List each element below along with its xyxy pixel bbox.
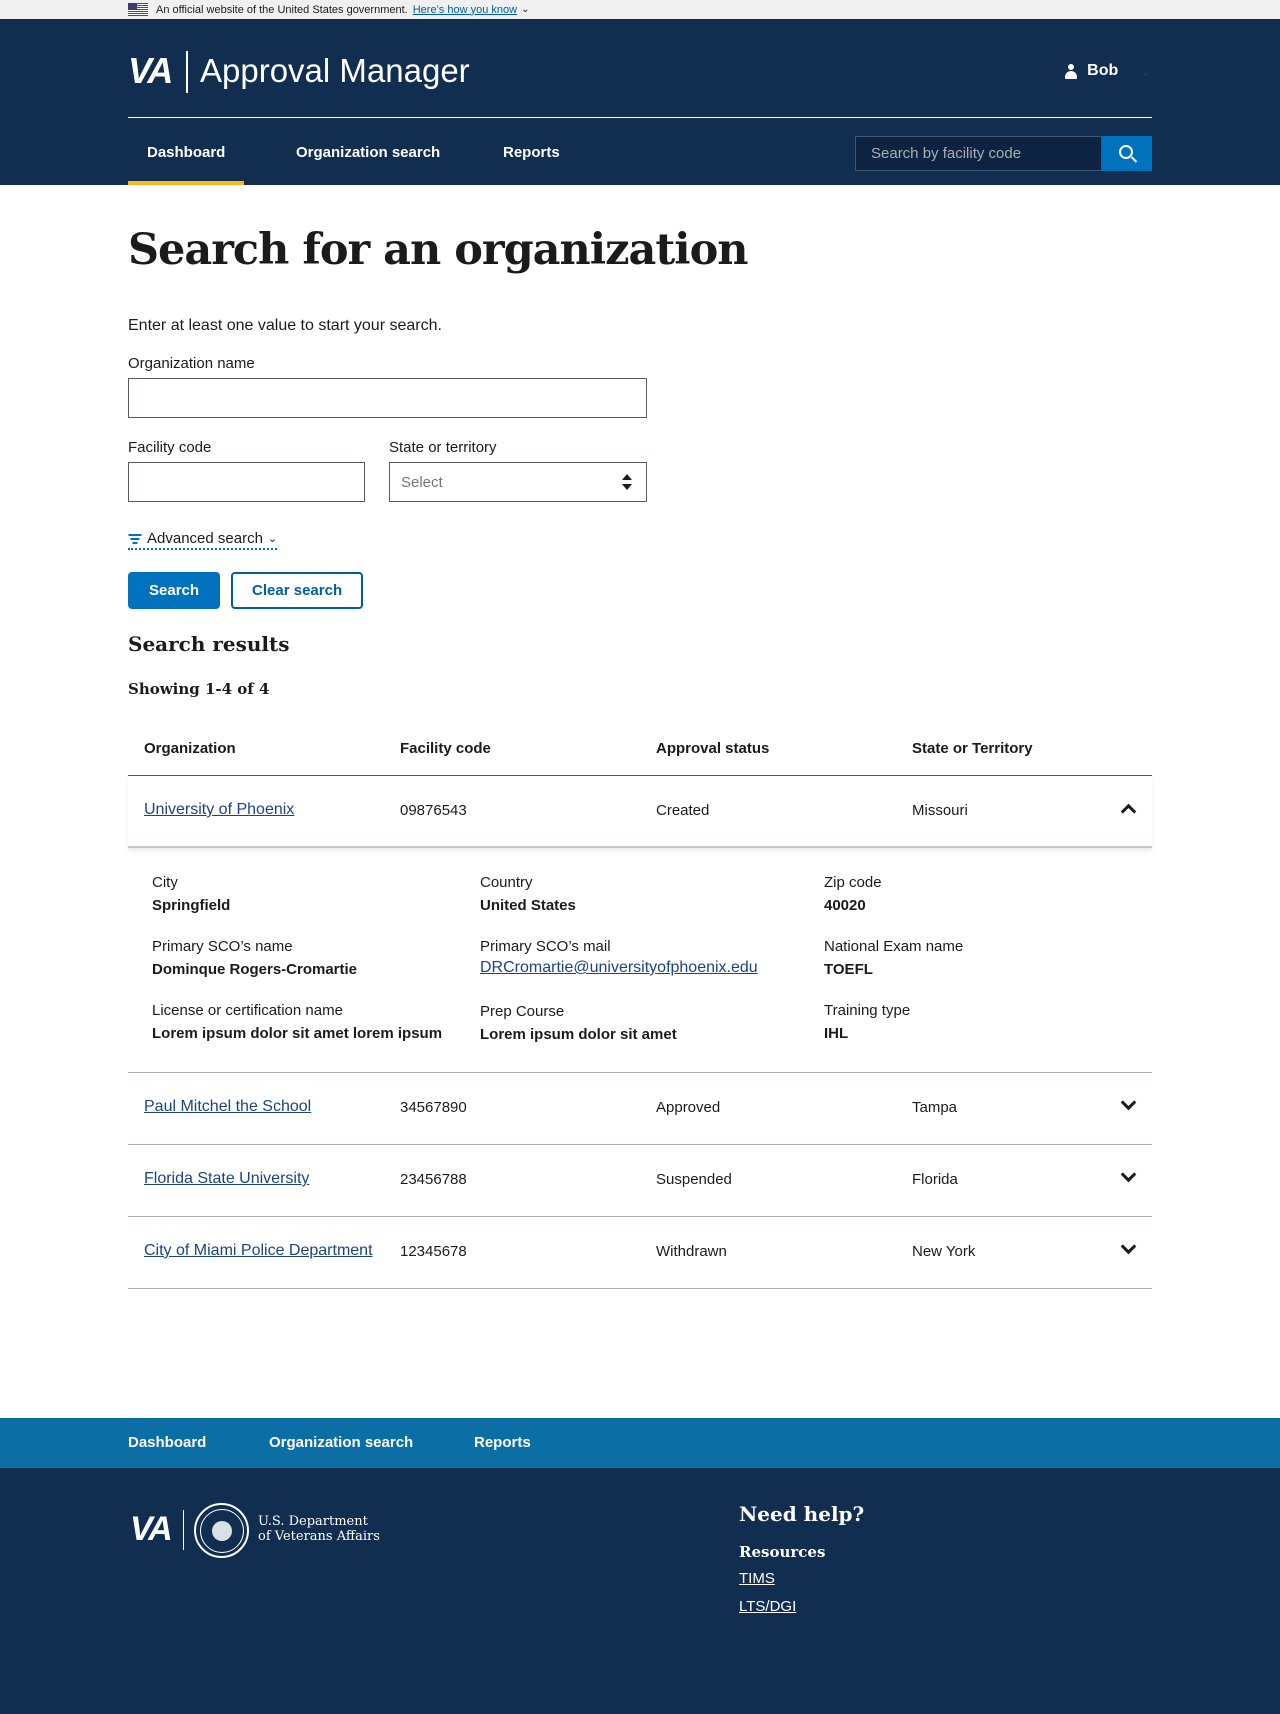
approval-status-cell: Withdrawn	[656, 1243, 727, 1260]
detail-sco-mail: Primary SCO’s mail DRCromartie@universit…	[480, 938, 758, 977]
gov-banner: An official website of the United States…	[0, 0, 1280, 19]
intro-text: Enter at least one value to start your s…	[128, 317, 442, 334]
column-header-organization: Organization	[144, 740, 236, 757]
chevron-down-icon[interactable]	[1120, 1243, 1136, 1255]
state-cell: Missouri	[912, 802, 968, 819]
chevron-down-icon: ⌄	[267, 533, 278, 545]
organization-name-label: Organization name	[128, 355, 255, 372]
footer-nav: Dashboard Organization search Reports	[0, 1418, 1280, 1468]
footer-nav-dashboard[interactable]: Dashboard	[128, 1434, 206, 1451]
facility-search-button[interactable]	[1102, 136, 1152, 171]
table-row[interactable]: Florida State University 23456788 Suspen…	[128, 1145, 1152, 1217]
table-row[interactable]: Paul Mitchel the School 34567890 Approve…	[128, 1073, 1152, 1145]
state-cell: New York	[912, 1243, 976, 1260]
detail-country: Country United States	[480, 874, 576, 914]
column-header-state: State or Territory	[912, 740, 1033, 757]
need-help-heading: Need help?	[739, 1502, 865, 1526]
search-button[interactable]: Search	[128, 572, 221, 609]
footer-va-logo[interactable]: VA	[130, 1510, 173, 1549]
facility-code-cell: 23456788	[400, 1171, 467, 1188]
approval-status-cell: Created	[656, 802, 710, 819]
row-details: City Springfield Country United States Z…	[128, 848, 1152, 1073]
footer-logo-divider	[183, 1510, 184, 1550]
va-logo[interactable]: VA	[128, 50, 173, 92]
main-content: Search for an organization Enter at leas…	[0, 225, 1152, 698]
chevron-down-icon[interactable]: ⌄	[1140, 63, 1152, 80]
table-row[interactable]: City of Miami Police Department 12345678…	[128, 1217, 1152, 1289]
chevron-down-icon[interactable]	[1120, 1099, 1136, 1111]
table-row[interactable]: University of Phoenix 09876543 Created M…	[128, 776, 1152, 848]
filter-icon	[128, 533, 141, 544]
site-header: VA Approval Manager Bob ⌄ Dashboard Orga…	[0, 19, 1280, 185]
footer-link-tims[interactable]: TIMS	[739, 1570, 775, 1587]
va-seal-icon	[194, 1503, 249, 1558]
state-territory-select[interactable]: Select	[389, 462, 647, 502]
facility-search	[855, 136, 1152, 171]
facility-code-cell: 34567890	[400, 1099, 467, 1116]
state-cell: Florida	[912, 1171, 958, 1188]
column-header-approval-status: Approval status	[656, 740, 770, 757]
detail-license: License or certification name Lorem ipsu…	[152, 1002, 443, 1042]
site-footer: VA U.S. Department of Veterans Affairs N…	[0, 1468, 1280, 1714]
detail-training-type: Training type IHL	[824, 1002, 911, 1042]
chevron-down-icon[interactable]: ⌄	[521, 4, 529, 15]
footer-link-lts-dgi[interactable]: LTS/DGI	[739, 1598, 796, 1615]
search-results-heading: Search results	[128, 632, 290, 656]
chevron-down-icon[interactable]	[1120, 1171, 1136, 1183]
resources-heading: Resources	[739, 1543, 826, 1561]
organization-link[interactable]: City of Miami Police Department	[144, 1242, 373, 1260]
state-cell: Tampa	[912, 1099, 958, 1116]
user-menu[interactable]: Bob ⌄	[1065, 62, 1152, 80]
chevron-up-icon[interactable]	[1120, 802, 1136, 814]
organization-link[interactable]: Paul Mitchel the School	[144, 1098, 311, 1116]
app-title[interactable]: Approval Manager	[200, 52, 470, 90]
page-title: Search for an organization	[128, 225, 749, 275]
footer-nav-reports[interactable]: Reports	[474, 1434, 531, 1451]
search-icon	[1118, 145, 1133, 159]
clear-search-button[interactable]: Clear search	[231, 572, 364, 609]
gov-banner-text: An official website of the United States…	[156, 3, 408, 16]
main-nav: Dashboard Organization search Reports	[128, 119, 1152, 185]
facility-code-label: Facility code	[128, 439, 212, 456]
detail-prep-course: Prep Course Lorem ipsum dolor sit amet	[480, 1003, 677, 1043]
facility-code-input[interactable]	[128, 462, 365, 502]
nav-organization-search[interactable]: Organization search	[277, 119, 459, 185]
facility-code-search-input[interactable]	[855, 136, 1102, 171]
approval-status-cell: Approved	[656, 1099, 721, 1116]
us-flag-icon	[128, 3, 148, 16]
footer-department-name: U.S. Department of Veterans Affairs	[258, 1514, 380, 1544]
organization-name-input[interactable]	[128, 378, 647, 418]
person-icon	[1065, 63, 1078, 79]
facility-code-cell: 12345678	[400, 1243, 467, 1260]
state-territory-label: State or territory	[389, 439, 497, 456]
state-select-value: Select	[401, 473, 443, 491]
column-header-facility-code: Facility code	[400, 740, 491, 757]
organization-link[interactable]: Florida State University	[144, 1170, 309, 1188]
detail-zip: Zip code 40020	[824, 874, 882, 914]
table-header: Organization Facility code Approval stat…	[128, 730, 1152, 776]
footer-nav-organization-search[interactable]: Organization search	[269, 1434, 413, 1451]
results-count: Showing 1-4 of 4	[128, 680, 270, 698]
heres-how-you-know-link[interactable]: Here’s how you know	[413, 4, 517, 16]
advanced-search-toggle[interactable]: Advanced search ⌄	[128, 530, 278, 550]
sort-arrows-icon	[622, 474, 632, 490]
detail-exam: National Exam name TOEFL	[824, 938, 964, 978]
facility-code-cell: 09876543	[400, 802, 467, 819]
detail-sco-name: Primary SCO’s name Dominque Rogers-Croma…	[152, 938, 358, 978]
approval-status-cell: Suspended	[656, 1171, 732, 1188]
organization-link[interactable]: University of Phoenix	[144, 801, 294, 819]
user-name: Bob	[1087, 62, 1119, 79]
advanced-search-label: Advanced search	[147, 530, 263, 547]
detail-city: City Springfield	[152, 874, 231, 914]
logo-divider	[186, 51, 188, 93]
results-table: Organization Facility code Approval stat…	[128, 730, 1152, 1289]
nav-dashboard[interactable]: Dashboard	[128, 119, 245, 185]
sco-email-link[interactable]: DRCromartie@universityofphoenix.edu	[480, 959, 758, 977]
nav-reports[interactable]: Reports	[484, 119, 579, 185]
